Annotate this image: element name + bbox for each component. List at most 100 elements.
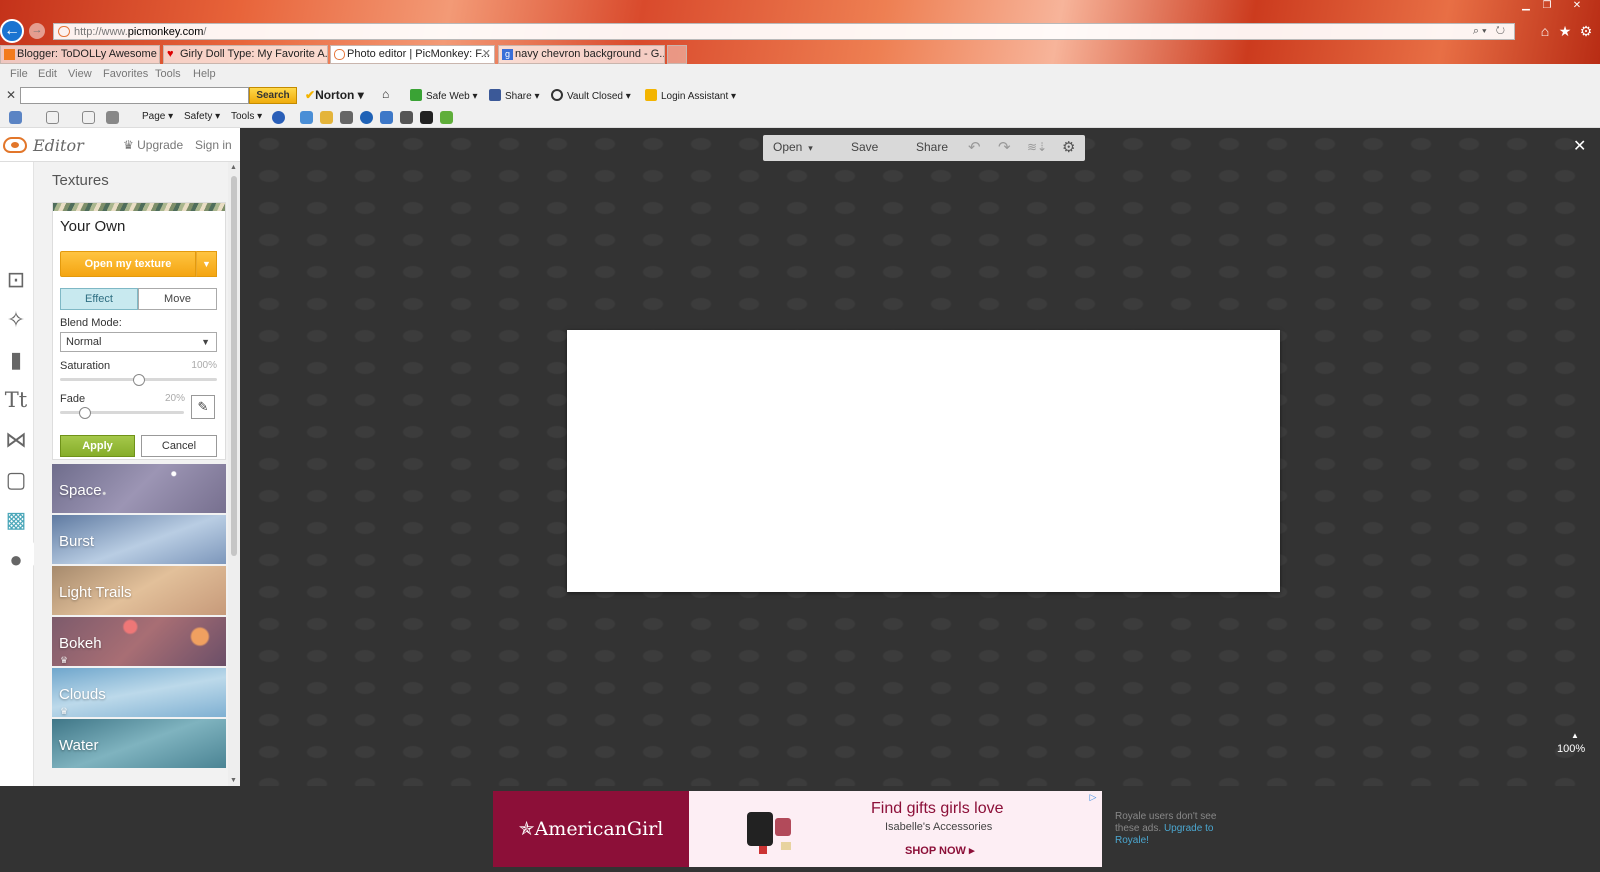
menu-view[interactable]: View [68,68,92,80]
textures-icon[interactable]: ▩ [2,506,30,534]
menu-favorites[interactable]: Favorites [103,68,148,80]
tools-menu[interactable]: Tools ▾ [231,111,262,122]
minimize-icon[interactable]: ▁ [1517,0,1535,13]
addon-icon[interactable] [400,111,413,124]
address-bar[interactable]: http://www.picmonkey.com/ ⌕▾ ↻ [53,23,1515,40]
heart-icon: ♥ [167,48,174,60]
fade-slider-handle[interactable] [78,407,91,419]
save-button[interactable]: Save [851,140,878,154]
home-icon[interactable]: ⌂ [1536,23,1554,39]
address-tools-icons[interactable]: ⌕▾ ↻ [1473,25,1508,38]
butterfly-icon[interactable]: ⋈ [2,426,30,454]
zoom-up-icon[interactable]: ▲ [1571,731,1579,740]
close-toolbar-icon[interactable]: ✕ [6,88,16,102]
tab-picmonkey[interactable]: Photo editor | PicMonkey: F... ✕ [330,45,495,64]
google-icon: g [502,49,513,60]
restore-icon[interactable]: ❐ [1538,0,1556,13]
share-button[interactable]: Share [916,140,948,154]
tab-google-search[interactable]: g navy chevron background - G... [498,45,665,64]
back-button[interactable]: ← [0,19,24,43]
open-texture-dropdown[interactable]: ▼ [196,251,217,277]
menu-tools[interactable]: Tools [155,68,181,80]
panel-scrollbar[interactable]: ▲ ▼ [228,162,240,786]
photo-canvas[interactable] [567,330,1280,592]
close-tab-icon[interactable]: ✕ [482,46,491,63]
layers-icon[interactable]: ≋⇣ [1027,140,1047,154]
premium-crown-icon: ♛ [60,655,69,665]
blend-mode-select[interactable]: Normal ▼ [60,332,217,352]
open-button[interactable]: Open ▾ [773,140,813,154]
print-icon[interactable] [106,111,119,124]
mail-icon[interactable] [82,111,95,124]
gear-icon[interactable]: ⚙ [1577,23,1595,40]
paintbrush-button[interactable]: ✎ [191,395,215,419]
share-menu[interactable]: Share ▾ [489,89,539,102]
upgrade-link[interactable]: ♛ Upgrade [123,138,183,152]
home-feed-icon[interactable] [9,111,22,124]
new-tab-button[interactable] [667,45,687,64]
texture-burst[interactable]: Burst [52,515,226,564]
page-menu[interactable]: Page ▾ [142,111,173,122]
login-assistant-icon [645,89,657,101]
settings-gear-icon[interactable]: ⚙ [1062,138,1075,156]
favorites-star-icon[interactable]: ★ [1556,23,1574,40]
tab-girly-doll[interactable]: ♥ Girly Doll Type: My Favorite A... [163,45,328,64]
ad-shop-now-link[interactable]: SHOP NOW ▸ [905,844,975,857]
tab-blogger[interactable]: Blogger: ToDOLLy Awesome - ... [0,45,160,64]
apple-icon[interactable]: ● [2,546,30,574]
close-editor-icon[interactable]: ✕ [1573,136,1586,156]
login-assistant-menu[interactable]: Login Assistant ▾ [645,89,736,102]
ad-choices-icon[interactable]: ▷ [1087,792,1099,804]
texture-space[interactable]: Space [52,464,226,513]
safe-web-menu[interactable]: Safe Web ▾ [410,89,478,102]
move-tab[interactable]: Move [138,288,217,310]
rss-feed-icon[interactable] [46,111,59,124]
undo-icon[interactable]: ↶ [968,138,981,156]
vault-menu[interactable]: Vault Closed ▾ [551,89,631,102]
magic-wand-icon[interactable]: ✧ [2,306,30,334]
addon-icon[interactable] [340,111,353,124]
menu-bar: File Edit View Favorites Tools Help [0,64,1600,84]
texture-bokeh[interactable]: Bokeh ♛ [52,617,226,666]
norton-search-input[interactable] [20,87,249,104]
close-window-icon[interactable]: ✕ [1560,0,1594,13]
texture-clouds[interactable]: Clouds ♛ [52,668,226,717]
texture-label: Water [59,737,99,754]
saturation-slider-handle[interactable] [132,374,145,386]
addon-icon[interactable] [380,111,393,124]
effect-tab[interactable]: Effect [60,288,138,310]
norton-search-button[interactable]: Search [249,87,297,104]
apply-button[interactable]: Apply [60,435,135,457]
text-icon[interactable]: Tt [2,386,30,414]
your-own-card: Your Own Open my texture ▼ Effect Move B… [52,202,226,460]
scroll-up-icon[interactable]: ▲ [230,164,237,171]
scrollbar-thumb[interactable] [231,176,237,556]
norton-menu[interactable]: ✔Norton ▾ [305,88,364,102]
menu-help[interactable]: Help [193,68,216,80]
forward-button[interactable]: → [29,23,45,39]
addon-icon[interactable] [440,111,453,124]
signin-link[interactable]: Sign in [195,138,232,152]
norton-check-icon: ✔ [305,88,316,102]
scroll-down-icon[interactable]: ▼ [230,777,237,784]
cancel-button[interactable]: Cancel [141,435,217,457]
open-my-texture-button[interactable]: Open my texture [60,251,196,277]
redo-icon[interactable]: ↷ [998,138,1011,156]
addon-icon[interactable] [320,111,333,124]
home-icon[interactable]: ⌂ [382,87,389,101]
texture-water[interactable]: Water [52,719,226,768]
advertisement[interactable]: ✯AmericanGirl Find gifts girls love Isab… [493,791,1102,867]
hp-icon[interactable] [360,111,373,124]
safety-menu[interactable]: Safety ▾ [184,111,220,122]
texture-light-trails[interactable]: Light Trails [52,566,226,615]
tool-rail: ⊡ ✧ ▮ Tt ⋈ ▢ ▩ ● [0,162,41,786]
addon-icon[interactable] [420,111,433,124]
help-icon[interactable] [272,111,285,124]
frame-icon[interactable]: ▢ [2,466,30,494]
crop-icon[interactable]: ⊡ [2,266,30,294]
menu-file[interactable]: File [10,68,28,80]
zoom-level[interactable]: 100% [1557,743,1585,755]
addon-icon[interactable] [300,111,313,124]
menu-edit[interactable]: Edit [38,68,57,80]
lipstick-icon[interactable]: ▮ [2,346,30,374]
